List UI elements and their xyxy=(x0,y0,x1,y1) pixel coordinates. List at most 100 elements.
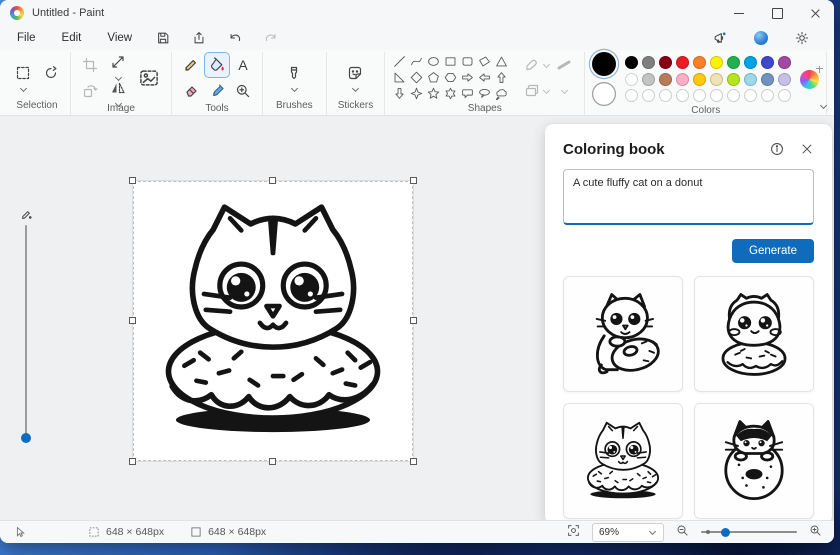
color-swatch-empty[interactable] xyxy=(727,89,741,102)
color-swatch[interactable] xyxy=(693,72,707,86)
selection-handle[interactable] xyxy=(129,317,136,324)
canvas[interactable] xyxy=(129,177,417,465)
color-swatch[interactable] xyxy=(744,56,758,69)
settings-gear-icon[interactable] xyxy=(788,28,816,48)
color-swatch-empty[interactable] xyxy=(693,89,707,102)
zoom-in-icon[interactable] xyxy=(809,524,822,540)
shape-outline-icon[interactable] xyxy=(517,53,547,77)
selection-handle[interactable] xyxy=(410,177,417,184)
color-swatch-empty[interactable] xyxy=(659,89,673,102)
size-slider[interactable] xyxy=(15,208,37,443)
selection-handle[interactable] xyxy=(410,458,417,465)
result-thumbnail-4[interactable] xyxy=(694,403,814,519)
color-swatch[interactable] xyxy=(744,72,758,86)
foreground-color-swatch[interactable] xyxy=(592,52,617,76)
flip-dropdown-chevron-icon[interactable] xyxy=(113,101,123,107)
eraser-tool-icon[interactable] xyxy=(179,79,203,103)
background-color-swatch[interactable] xyxy=(592,82,617,106)
share-icon[interactable] xyxy=(185,28,213,48)
color-swatch-empty[interactable] xyxy=(778,89,792,102)
shape-rectangle-icon[interactable] xyxy=(443,54,458,69)
color-swatch-empty[interactable] xyxy=(744,89,758,102)
maximize-button[interactable] xyxy=(758,0,796,26)
prompt-input[interactable]: A cute fluffy cat on a donut xyxy=(563,169,814,225)
generate-button[interactable]: Generate xyxy=(732,239,814,263)
shape-callout-cloud-icon[interactable] xyxy=(494,86,509,101)
shape-heart-icon[interactable] xyxy=(392,102,407,104)
eyedropper-tool-icon[interactable] xyxy=(205,79,229,103)
color-swatch-empty[interactable] xyxy=(642,89,656,102)
shape-rounded-rectangle-icon[interactable] xyxy=(460,54,475,69)
size-slider-thumb[interactable] xyxy=(21,433,31,443)
text-tool-icon[interactable]: A xyxy=(231,53,255,77)
selection-handle[interactable] xyxy=(129,458,136,465)
shape-oval-icon[interactable] xyxy=(426,54,441,69)
shape-diamond-icon[interactable] xyxy=(409,70,424,85)
result-thumbnail-1[interactable] xyxy=(563,276,683,392)
zoom-slider[interactable] xyxy=(701,527,797,537)
selection-handle[interactable] xyxy=(269,458,276,465)
selection-handle[interactable] xyxy=(269,177,276,184)
color-swatch[interactable] xyxy=(659,56,673,69)
color-swatch[interactable] xyxy=(642,56,656,69)
color-swatch[interactable] xyxy=(761,72,775,86)
info-icon[interactable] xyxy=(770,142,784,156)
shape-hexagon-icon[interactable] xyxy=(443,70,458,85)
minimize-button[interactable] xyxy=(720,0,758,26)
magnifier-tool-icon[interactable] xyxy=(231,79,255,103)
menu-file[interactable]: File xyxy=(4,28,49,48)
shape-lightning-icon[interactable] xyxy=(409,102,424,104)
color-swatch[interactable] xyxy=(642,72,656,86)
save-button[interactable] xyxy=(149,28,177,48)
color-swatch[interactable] xyxy=(659,72,673,86)
color-swatch-empty[interactable] xyxy=(676,89,690,102)
color-swatch-empty[interactable] xyxy=(761,89,775,102)
color-swatch-empty[interactable] xyxy=(625,89,639,102)
result-thumbnail-2[interactable] xyxy=(694,276,814,392)
menu-view[interactable]: View xyxy=(94,28,145,48)
color-swatch[interactable] xyxy=(676,72,690,86)
panel-close-icon[interactable] xyxy=(800,142,814,156)
account-icon[interactable] xyxy=(754,31,768,45)
shape-arrow-up-icon[interactable] xyxy=(494,70,509,85)
menu-edit[interactable]: Edit xyxy=(49,28,95,48)
result-thumbnail-3[interactable] xyxy=(563,403,683,519)
shape-right-triangle-icon[interactable] xyxy=(392,70,407,85)
zoom-slider-thumb[interactable] xyxy=(721,527,730,537)
select-freeform-icon[interactable] xyxy=(39,61,63,85)
stroke-dropdown-chevron-icon[interactable] xyxy=(559,88,569,94)
color-swatch[interactable] xyxy=(625,56,639,69)
edit-colors-icon[interactable] xyxy=(800,65,824,89)
shape-arrow-right-icon[interactable] xyxy=(460,70,475,85)
stickers-dropdown-chevron-icon[interactable] xyxy=(350,86,360,92)
size-slider-track[interactable] xyxy=(25,225,27,435)
rotate-icon[interactable] xyxy=(78,79,102,103)
redo-button[interactable] xyxy=(257,28,285,48)
flip-icon[interactable] xyxy=(106,76,130,100)
shape-star-six-icon[interactable] xyxy=(443,86,458,101)
shape-callout-oval-icon[interactable] xyxy=(477,86,492,101)
crop-icon[interactable] xyxy=(78,53,102,77)
selection-dropdown-chevron-icon[interactable] xyxy=(18,86,28,92)
shape-triangle-icon[interactable] xyxy=(494,54,509,69)
image-creator-icon[interactable] xyxy=(134,63,164,93)
selection-handle[interactable] xyxy=(129,177,136,184)
color-swatch[interactable] xyxy=(727,56,741,69)
resize-icon[interactable] xyxy=(106,50,130,74)
zoom-out-icon[interactable] xyxy=(676,524,689,540)
color-swatch[interactable] xyxy=(710,56,724,69)
color-swatch[interactable] xyxy=(778,56,792,69)
shape-callout-rounded-icon[interactable] xyxy=(460,86,475,101)
stickers-icon[interactable] xyxy=(343,61,367,85)
color-swatch[interactable] xyxy=(761,56,775,69)
selection-handle[interactable] xyxy=(410,317,417,324)
stroke-width-icon[interactable] xyxy=(552,53,576,77)
color-swatch[interactable] xyxy=(710,72,724,86)
color-swatch[interactable] xyxy=(625,72,639,86)
color-swatch[interactable] xyxy=(778,72,792,86)
undo-button[interactable] xyxy=(221,28,249,48)
brushes-dropdown-chevron-icon[interactable] xyxy=(289,86,299,92)
shape-arrow-left-icon[interactable] xyxy=(477,70,492,85)
select-rectangle-icon[interactable] xyxy=(11,61,35,85)
color-swatch[interactable] xyxy=(727,72,741,86)
